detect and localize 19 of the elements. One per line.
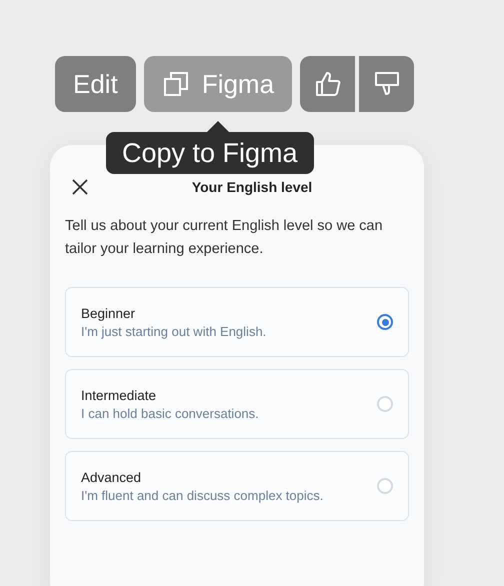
level-option[interactable]: Intermediate I can hold basic conversations. <box>65 369 409 439</box>
option-hint: I can hold basic conversations. <box>81 406 259 420</box>
option-label: Beginner <box>81 306 136 320</box>
option-hint: I'm just starting out with English. <box>81 324 266 338</box>
thumbs-up-button[interactable] <box>300 56 356 112</box>
option-label: Advanced <box>81 470 142 484</box>
dialog-description: Tell us about your current English level so we can tailor your learning experience. <box>65 217 384 259</box>
tooltip: Copy to Figma <box>106 132 314 174</box>
level-option[interactable]: Beginner I'm just starting out with English. <box>65 287 409 357</box>
edit-button[interactable]: Edit <box>55 56 136 112</box>
thumbs-down-icon <box>372 70 401 98</box>
level-option[interactable]: Advanced I'm fluent and can discuss complex topics. <box>65 451 409 521</box>
radio-button[interactable] <box>377 314 393 330</box>
option-label: Intermediate <box>81 388 158 402</box>
copy-icon <box>162 70 190 98</box>
thumbs-down-button[interactable] <box>359 56 414 112</box>
dialog-title: Your English level <box>192 179 312 195</box>
thumbs-up-icon <box>314 70 342 98</box>
option-hint: I'm fluent and can discuss complex topics. <box>81 488 324 502</box>
